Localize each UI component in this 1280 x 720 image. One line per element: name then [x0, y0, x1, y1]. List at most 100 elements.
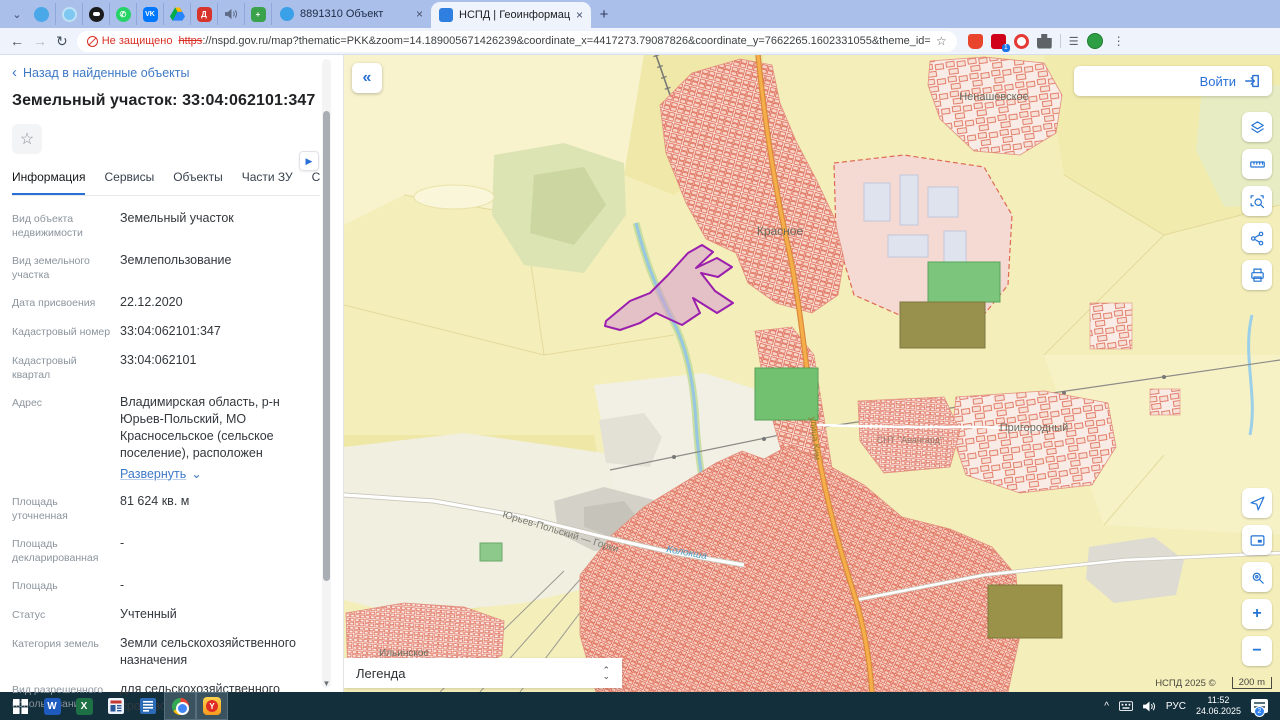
- tray-expand-icon[interactable]: ^: [1104, 701, 1109, 712]
- field-value: Земельный участок: [120, 210, 234, 240]
- minimap-button[interactable]: [1242, 525, 1272, 555]
- extensions-puzzle-icon[interactable]: [1037, 34, 1052, 49]
- address-expand-link[interactable]: Развернуть ⌄: [120, 466, 319, 481]
- extension-badge: 1: [1002, 44, 1010, 52]
- collapse-icon: «: [363, 69, 372, 87]
- vk-icon: VK: [143, 7, 158, 22]
- pinned-tab-9[interactable]: +: [244, 3, 271, 25]
- pinned-tab-dzen[interactable]: Д: [190, 3, 217, 25]
- geolocate-icon: [1249, 495, 1266, 512]
- favorite-button[interactable]: ☆: [12, 124, 42, 154]
- login-bar[interactable]: Войти: [1074, 66, 1272, 96]
- zoom-out-button[interactable]: −: [1242, 636, 1272, 666]
- taskbar-yandex[interactable]: Y: [196, 692, 228, 720]
- tab-objects[interactable]: Объекты: [173, 170, 223, 195]
- map-footer: НСПД 2025 © 200 m: [1155, 677, 1272, 689]
- browser-window: ⌄ ✆ VK Д + 8891310 Объект × НСПД | Геоин…: [0, 0, 1280, 720]
- taskbar-word[interactable]: W: [36, 692, 68, 720]
- tab-title: 8891310 Объект: [300, 8, 410, 20]
- tab-services[interactable]: Сервисы: [104, 170, 154, 195]
- notification-center-button[interactable]: 2: [1251, 699, 1268, 713]
- browser-toolbar: ← → ↻ Не защищено https://nspd.gov.ru/ma…: [0, 28, 1280, 55]
- back-button[interactable]: ←: [10, 34, 24, 48]
- object-search-button[interactable]: [1242, 562, 1272, 592]
- close-icon[interactable]: ×: [576, 8, 583, 22]
- field-row: Категория земельЗемли сельскохозяйственн…: [12, 635, 319, 669]
- taskbar-excel[interactable]: X: [68, 692, 100, 720]
- print-button[interactable]: [1242, 260, 1272, 290]
- field-value: Учтенный: [120, 606, 177, 623]
- collapse-panel-button[interactable]: «: [352, 63, 382, 93]
- keyboard-icon[interactable]: [1119, 701, 1133, 711]
- map-canvas[interactable]: Ненашевское Красное Пригородный СНТ "Ава…: [344, 55, 1280, 692]
- security-badge[interactable]: Не защищено: [87, 35, 173, 47]
- tab-composition[interactable]: Состав: [312, 170, 320, 195]
- extension-shield-icon[interactable]: [968, 34, 983, 49]
- ruler-button[interactable]: [1242, 149, 1272, 179]
- area-search-button[interactable]: [1242, 186, 1272, 216]
- volume-icon[interactable]: [1143, 701, 1156, 712]
- reload-button[interactable]: ↻: [56, 34, 68, 48]
- scrollbar-thumb[interactable]: [323, 111, 330, 581]
- tab-nspd[interactable]: НСПД | Геоинформационный ×: [431, 2, 591, 28]
- bookmark-star-icon[interactable]: ☆: [936, 34, 947, 48]
- browser-menu-icon[interactable]: ⋮: [1113, 34, 1125, 48]
- forward-button[interactable]: →: [33, 34, 47, 48]
- legend-bar[interactable]: Легенда ⌃ ⌄: [344, 658, 622, 688]
- layers-button[interactable]: [1242, 112, 1272, 142]
- mask-icon: [93, 12, 100, 16]
- field-label: Кадастровый номер: [12, 323, 112, 340]
- geolocate-button[interactable]: [1242, 488, 1272, 518]
- language-indicator[interactable]: РУС: [1166, 701, 1186, 712]
- extension-blocker-icon[interactable]: 1: [991, 34, 1006, 49]
- url-text: https://nspd.gov.ru/map?thematic=PKK&zoo…: [178, 35, 930, 47]
- pinned-tab-vk[interactable]: VK: [136, 3, 163, 25]
- login-label: Войти: [1200, 74, 1236, 89]
- taskbar-app-doc1[interactable]: [100, 692, 132, 720]
- scroll-down-icon[interactable]: ▼: [322, 679, 331, 688]
- expand-label: Развернуть: [120, 467, 186, 481]
- pinned-tab-audio[interactable]: [217, 3, 244, 25]
- extension-ring-icon[interactable]: [1014, 34, 1029, 49]
- tab-information[interactable]: Информация: [12, 170, 85, 195]
- legend-expand-control[interactable]: ⌃ ⌄: [602, 667, 610, 679]
- reading-list-icon[interactable]: ☰: [1069, 35, 1079, 48]
- back-to-results-link[interactable]: ‹ Назад в найденные объекты: [12, 65, 319, 80]
- taskbar-chrome[interactable]: [164, 692, 196, 720]
- tab-parts[interactable]: Части ЗУ: [242, 170, 293, 195]
- panel-scrollbar[interactable]: ▼: [322, 59, 331, 688]
- taskbar-app-doc2[interactable]: [132, 692, 164, 720]
- share-button[interactable]: [1242, 223, 1272, 253]
- security-badge-label: Не защищено: [102, 35, 173, 47]
- new-tab-button[interactable]: +: [591, 3, 617, 25]
- minus-icon: −: [1252, 642, 1261, 660]
- excel-icon: X: [76, 698, 93, 715]
- pinned-tab-drive[interactable]: [163, 3, 190, 25]
- windows-icon: [13, 699, 28, 714]
- field-label: Кадастровый квартал: [12, 352, 112, 382]
- map-label-prigorodny: Пригородный: [1000, 422, 1069, 434]
- profile-avatar[interactable]: [1087, 33, 1103, 49]
- tabs-overflow-button[interactable]: ▶: [299, 151, 319, 171]
- tab-search-button[interactable]: ⌄: [6, 4, 28, 24]
- app-icon: [34, 7, 49, 22]
- close-icon[interactable]: ×: [416, 7, 423, 21]
- page-content: ‹ Назад в найденные объекты Земельный уч…: [0, 55, 1280, 692]
- start-button[interactable]: [4, 692, 36, 720]
- fields-list: Вид объекта недвижимости Земельный участо…: [12, 210, 319, 720]
- pinned-tab-3[interactable]: [82, 3, 109, 25]
- tab-object[interactable]: 8891310 Объект ×: [271, 3, 431, 25]
- clock[interactable]: 11:52 24.06.2025: [1196, 695, 1241, 718]
- tab-favicon: [280, 7, 294, 21]
- area-search-icon: [1249, 193, 1266, 210]
- not-secure-icon: [87, 36, 98, 47]
- pinned-tab-1[interactable]: [28, 3, 55, 25]
- address-bar[interactable]: Не защищено https://nspd.gov.ru/map?them…: [77, 31, 957, 52]
- zoom-in-button[interactable]: +: [1242, 599, 1272, 629]
- field-value: Землепользование: [120, 252, 231, 282]
- word-icon: W: [44, 698, 61, 715]
- map-tools-bottom: + −: [1242, 488, 1272, 666]
- pinned-tab-whatsapp[interactable]: ✆: [109, 3, 136, 25]
- pinned-tab-2[interactable]: [55, 3, 82, 25]
- field-label: Вид объекта недвижимости: [12, 210, 112, 240]
